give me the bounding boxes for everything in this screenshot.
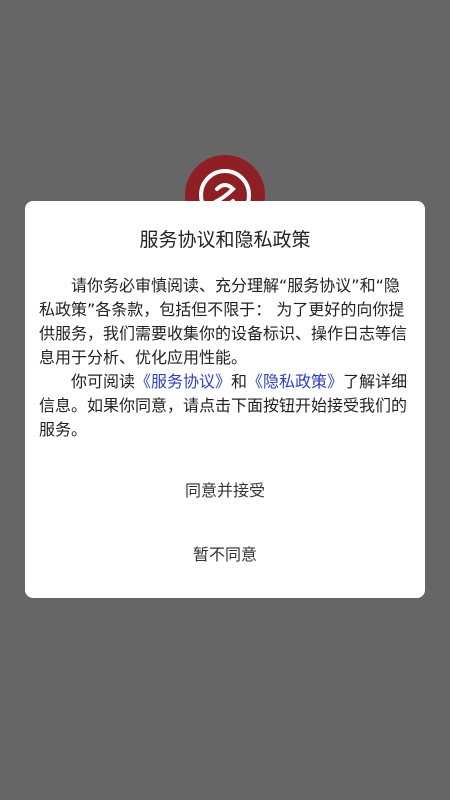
privacy-dialog: 服务协议和隐私政策 请你务必审慎阅读、充分理解“服务协议”和“隐私政策”各条款，… — [25, 201, 425, 598]
decline-button[interactable]: 暂不同意 — [25, 533, 425, 577]
service-agreement-link[interactable]: 《服务协议》 — [135, 372, 231, 391]
dialog-paragraph-2: 你可阅读《服务协议》和《隐私政策》了解详细信息。如果你同意，请点击下面按钮开始接… — [39, 370, 409, 442]
dialog-body: 请你务必审慎阅读、充分理解“服务协议”和“隐私政策”各条款，包括但不限于： 为了… — [39, 274, 409, 442]
paragraph-2-and: 和 — [231, 372, 248, 391]
dialog-title: 服务协议和隐私政策 — [139, 229, 311, 251]
dialog-paragraph-1: 请你务必审慎阅读、充分理解“服务协议”和“隐私政策”各条款，包括但不限于： 为了… — [39, 276, 408, 367]
accept-button[interactable]: 同意并接受 — [25, 469, 425, 513]
paragraph-2-prefix: 你可阅读 — [71, 372, 136, 391]
privacy-policy-link[interactable]: 《隐私政策》 — [247, 372, 343, 391]
